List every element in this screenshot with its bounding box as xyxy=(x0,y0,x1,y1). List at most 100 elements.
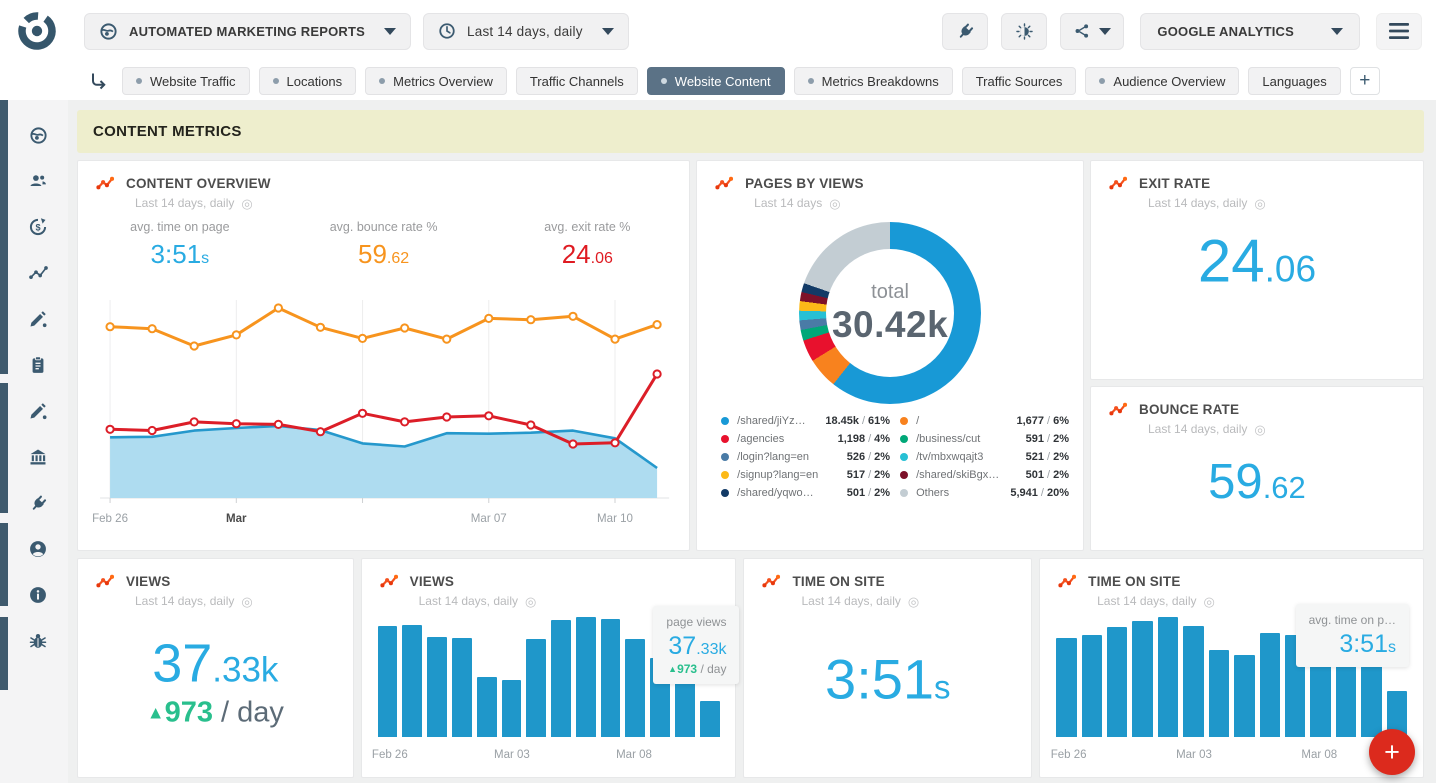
bar[interactable] xyxy=(1132,621,1152,737)
sparkline-icon xyxy=(1058,573,1079,590)
tab-website-content[interactable]: Website Content xyxy=(647,67,785,95)
legend-item[interactable]: /signup?lang=en 517/2% xyxy=(721,466,890,484)
sidebar: $ xyxy=(0,100,68,783)
legend-item[interactable]: /business/cut 591/2% xyxy=(900,430,1069,448)
tab-traffic-sources[interactable]: Traffic Sources xyxy=(962,67,1077,95)
bar[interactable] xyxy=(1183,626,1203,737)
tab-list: Website Traffic Locations Metrics Overview… xyxy=(122,67,1350,95)
views-axis-labels: Feb 26Mar 03Mar 08 xyxy=(378,749,720,763)
legend-item[interactable]: /login?lang=en 526/2% xyxy=(721,448,890,466)
up-arrow-icon: ▲ xyxy=(147,703,165,723)
tab-traffic-channels[interactable]: Traffic Channels xyxy=(516,67,638,95)
bar[interactable] xyxy=(1056,638,1076,737)
axis-tick-label: Mar 03 xyxy=(494,749,530,761)
bar[interactable] xyxy=(526,639,546,737)
widget-title: VIEWS xyxy=(410,574,455,589)
legend-item[interactable]: /shared/yqwo… 501/2% xyxy=(721,484,890,502)
add-widget-fab[interactable]: + xyxy=(1369,729,1415,775)
content-overview-line-chart[interactable]: Feb 26MarMar 07Mar 10 xyxy=(90,274,677,532)
axis-tick-label: Mar 03 xyxy=(1176,749,1212,761)
widget-bounce-rate: BOUNCE RATE Last 14 days, daily ◎ 59.62 xyxy=(1090,386,1424,551)
sidebar-item-globe-icon[interactable] xyxy=(8,112,68,158)
integrations-button[interactable] xyxy=(942,13,988,50)
report-selector-dropdown[interactable]: AUTOMATED MARKETING REPORTS xyxy=(84,13,411,50)
sidebar-accent-segment xyxy=(0,617,8,690)
sidebar-item-plug-icon[interactable] xyxy=(8,480,68,526)
sidebar-item-bank-icon[interactable] xyxy=(8,434,68,480)
svg-text:Mar 10: Mar 10 xyxy=(597,513,633,525)
sidebar-item-clipboard-icon[interactable] xyxy=(8,342,68,388)
bar[interactable] xyxy=(502,680,522,737)
bar[interactable] xyxy=(378,626,398,737)
widget-title: BOUNCE RATE xyxy=(1139,402,1239,417)
sidebar-item-trend-icon[interactable] xyxy=(8,250,68,296)
svg-text:Feb 26: Feb 26 xyxy=(92,513,128,525)
bar[interactable] xyxy=(1260,633,1280,737)
widget-subtitle: Last 14 days, daily xyxy=(135,594,234,608)
metric-avg-exit-rate: avg. exit rate % 24.06 xyxy=(485,220,689,270)
widget-subtitle: Last 14 days, daily xyxy=(1148,196,1247,210)
bar[interactable] xyxy=(1158,617,1178,737)
bar[interactable] xyxy=(477,677,497,737)
tab-metrics-overview[interactable]: Metrics Overview xyxy=(365,67,507,95)
widget-subtitle: Last 14 days, daily xyxy=(1148,422,1247,436)
tab-locations[interactable]: Locations xyxy=(259,67,357,95)
sidebar-nav: $ xyxy=(8,100,68,664)
sidebar-accent-segment xyxy=(0,100,8,374)
legend-color-dot xyxy=(900,489,908,497)
axis-tick-label: Feb 26 xyxy=(372,749,408,761)
legend-item[interactable]: / 1,677/6% xyxy=(900,412,1069,430)
legend-item[interactable]: /shared/jiYz… 18.45k/61% xyxy=(721,412,890,430)
sidebar-item-edit-icon[interactable] xyxy=(8,388,68,434)
share-dropdown-button[interactable] xyxy=(1060,13,1124,50)
theme-icon xyxy=(1015,22,1034,41)
sparkline-icon xyxy=(1109,401,1130,418)
widget-subtitle: Last 14 days xyxy=(754,196,822,210)
bar[interactable] xyxy=(427,637,447,737)
donut-legend: /shared/jiYz… 18.45k/61% /agencies 1,198… xyxy=(721,412,1069,502)
bar[interactable] xyxy=(576,617,596,737)
sidebar-item-account-icon[interactable] xyxy=(8,526,68,572)
sidebar-item-info-icon[interactable] xyxy=(8,572,68,618)
add-tab-button[interactable]: + xyxy=(1350,67,1380,95)
sidebar-item-conversion-icon[interactable]: $ xyxy=(8,204,68,250)
bar[interactable] xyxy=(700,701,720,737)
theme-button[interactable] xyxy=(1001,13,1047,50)
bar[interactable] xyxy=(601,619,621,737)
bar[interactable] xyxy=(551,620,571,737)
globe-icon xyxy=(99,22,118,41)
widget-title: EXIT RATE xyxy=(1139,176,1210,191)
sidebar-item-bug-icon[interactable] xyxy=(8,618,68,664)
data-source-label: GOOGLE ANALYTICS xyxy=(1157,24,1294,39)
views-tooltip: page views 37.33k ▲973 / day xyxy=(653,606,739,684)
bar[interactable] xyxy=(625,639,645,737)
legend-item[interactable]: /agencies 1,198/4% xyxy=(721,430,890,448)
donut-total-label: total xyxy=(871,281,909,304)
bar[interactable] xyxy=(1107,627,1127,737)
bar[interactable] xyxy=(402,625,422,737)
tab-metrics-breakdowns[interactable]: Metrics Breakdowns xyxy=(794,67,953,95)
legend-item[interactable]: /tv/mbxwqajt3 521/2% xyxy=(900,448,1069,466)
tab-audience-overview[interactable]: Audience Overview xyxy=(1085,67,1239,95)
tab-dot xyxy=(136,78,142,84)
sidebar-item-users-icon[interactable] xyxy=(8,158,68,204)
data-source-dropdown[interactable]: GOOGLE ANALYTICS xyxy=(1140,13,1360,50)
bar[interactable] xyxy=(1234,655,1254,737)
bar[interactable] xyxy=(1082,635,1102,737)
clock-icon xyxy=(438,22,456,40)
widget-subtitle: Last 14 days, daily xyxy=(801,594,900,608)
top-bar: AUTOMATED MARKETING REPORTS Last 14 days… xyxy=(0,0,1436,62)
time-range-dropdown[interactable]: Last 14 days, daily xyxy=(423,13,629,50)
bar[interactable] xyxy=(1209,650,1229,737)
bar[interactable] xyxy=(452,638,472,737)
section-banner: CONTENT METRICS xyxy=(77,110,1424,153)
legend-item[interactable]: /shared/skiBgx… 501/2% xyxy=(900,466,1069,484)
sidebar-item-edit-icon[interactable] xyxy=(8,296,68,342)
tab-website-traffic[interactable]: Website Traffic xyxy=(122,67,250,95)
tab-languages[interactable]: Languages xyxy=(1248,67,1340,95)
time-on-site-value: 3:51s xyxy=(744,646,1031,711)
pages-donut-chart[interactable]: total 30.42k xyxy=(799,222,981,404)
axis-tick-label: Feb 26 xyxy=(1051,749,1087,761)
legend-item[interactable]: Others 5,941/20% xyxy=(900,484,1069,502)
main-menu-button[interactable] xyxy=(1376,13,1422,50)
